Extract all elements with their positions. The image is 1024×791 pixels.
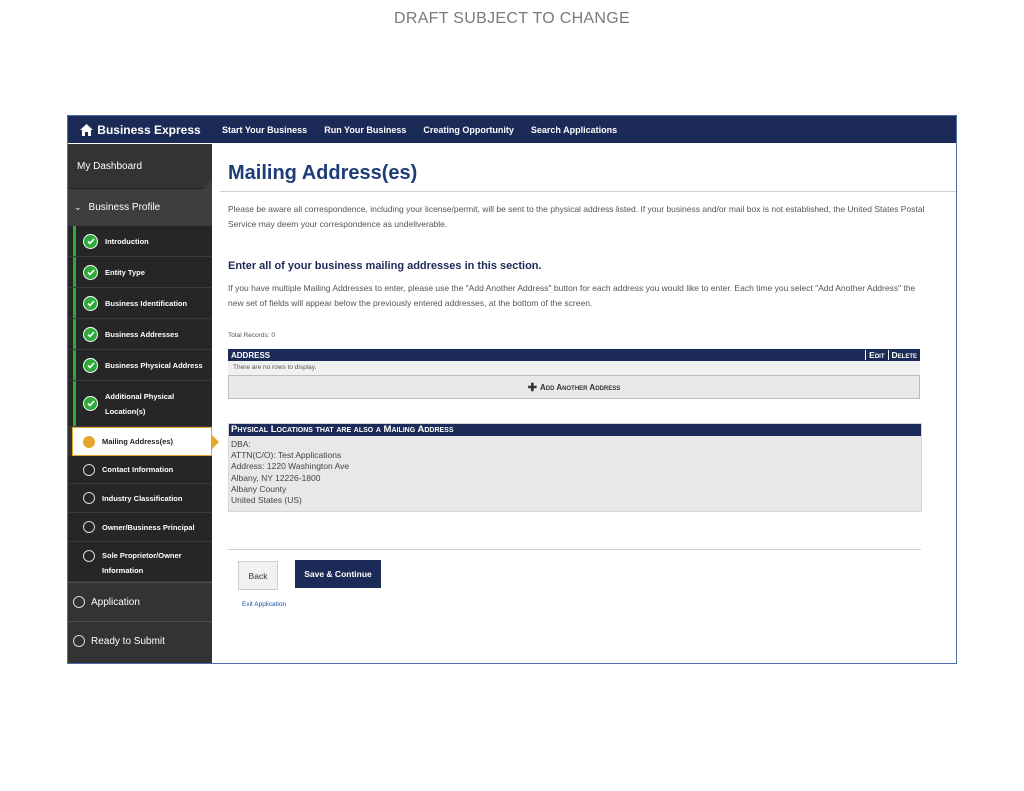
sidebar-item-label: Owner/Business Principal (102, 522, 195, 532)
nav-start-your-business[interactable]: Start Your Business (222, 125, 307, 135)
sidebar-item-entity-type[interactable]: Entity Type (68, 257, 212, 288)
sidebar-item-label: Ready to Submit (91, 635, 165, 647)
correspondence-notice: Please be aware all correspondence, incl… (228, 204, 925, 229)
address-line: Address: 1220 Washington Ave (231, 461, 350, 472)
empty-circle-icon (73, 635, 85, 647)
footer-divider (228, 549, 921, 550)
exit-application-link[interactable]: Exit Application (242, 601, 286, 608)
sidebar-item-label: Mailing Address(es) (102, 437, 173, 446)
add-button-label: Add Another Address (540, 382, 621, 392)
home-icon (80, 123, 94, 136)
check-circle-icon (83, 357, 98, 373)
sidebar-group-label: Business Profile (88, 202, 161, 213)
empty-circle-icon (83, 550, 95, 562)
physical-locations-panel: Physical Locations that are also a Maili… (228, 423, 922, 513)
check-circle-icon (83, 264, 98, 280)
save-continue-button[interactable]: Save & Continue (295, 560, 381, 588)
sidebar-item-my-dashboard[interactable]: My Dashboard (68, 144, 212, 189)
check-circle-icon (83, 326, 98, 342)
top-navigation: Business Express Start Your Business Run… (68, 116, 956, 143)
sidebar-item-label: Business Addresses (105, 329, 179, 339)
sidebar-item-industry-classification[interactable]: Industry Classification (68, 484, 212, 513)
check-circle-icon (83, 233, 98, 249)
sidebar-item-label: My Dashboard (77, 160, 143, 172)
sidebar-item-label: Entity Type (105, 267, 145, 277)
physical-locations-heading: Physical Locations that are also a Maili… (229, 424, 921, 436)
column-header-delete: Delete (887, 350, 920, 360)
sidebar-group-business-profile[interactable]: ⌄ Business Profile (68, 189, 212, 226)
total-records: Total Records: 0 (228, 332, 275, 339)
section-heading: Enter all of your business mailing addre… (228, 260, 542, 272)
instructions-text: If you have multiple Mailing Addresses t… (228, 283, 916, 308)
nav-search-applications[interactable]: Search Applications (531, 125, 617, 135)
mailing-address-grid: ADDRESS Edit Delete There are no rows to… (228, 349, 920, 399)
sidebar-item-business-addresses[interactable]: Business Addresses (68, 319, 212, 350)
sidebar-item-contact-information[interactable]: Contact Information (68, 456, 212, 484)
sidebar-item-application[interactable]: Application (68, 582, 212, 621)
sidebar-item-ready-to-submit[interactable]: Ready to Submit (68, 621, 212, 660)
title-divider (220, 191, 956, 192)
draft-banner: DRAFT SUBJECT TO CHANGE (394, 10, 630, 27)
empty-circle-icon (73, 596, 85, 608)
app-window: Business Express Start Your Business Run… (67, 115, 957, 664)
current-step-icon (83, 435, 95, 448)
sidebar-item-label: Introduction (105, 236, 149, 246)
address-line: United States (US) (231, 495, 302, 506)
sidebar-item-sole-proprietor[interactable]: Sole Proprietor/Owner Information (68, 542, 212, 582)
brand-link[interactable]: Business Express (68, 123, 213, 137)
sidebar-item-business-identification[interactable]: Business Identification (68, 288, 212, 319)
brand-label: Business Express (97, 122, 201, 137)
back-button[interactable]: Back (238, 561, 278, 590)
column-header-edit: Edit (865, 350, 887, 360)
physical-address-block: DBA: ATTN(C/O): Test Applications Addres… (229, 436, 921, 511)
sidebar-item-label: Industry Classification (102, 493, 183, 503)
page-title: Mailing Address(es) (228, 162, 418, 184)
sidebar-item-label: Contact Information (102, 465, 174, 474)
sidebar-item-label: Application (91, 596, 140, 608)
plus-icon: ✚ (527, 381, 538, 394)
sidebar-notch (203, 180, 212, 189)
address-line: DBA: (231, 439, 251, 449)
check-circle-icon (83, 396, 98, 411)
grid-header: ADDRESS Edit Delete (228, 349, 920, 361)
nav-run-your-business[interactable]: Run Your Business (324, 125, 406, 135)
sidebar-item-additional-physical-locations[interactable]: Additional Physical Location(s) (68, 381, 212, 427)
sidebar-item-label: Additional Physical Location(s) (105, 391, 175, 416)
sidebar-item-owner-business-principal[interactable]: Owner/Business Principal (68, 513, 212, 542)
address-line: Albany, NY 12226-1800 (231, 472, 321, 483)
main-content: Mailing Address(es) Please be aware all … (212, 144, 956, 663)
sidebar-item-label: Business Physical Address (105, 360, 203, 370)
sidebar: My Dashboard ⌄ Business Profile Introduc… (68, 144, 219, 663)
empty-circle-icon (83, 492, 95, 504)
empty-circle-icon (83, 463, 95, 476)
check-circle-icon (83, 295, 98, 311)
nav-creating-opportunity[interactable]: Creating Opportunity (423, 125, 514, 135)
sidebar-item-label: Sole Proprietor/Owner Information (102, 551, 182, 575)
chevron-down-icon: ⌄ (74, 202, 82, 212)
add-another-address-button[interactable]: ✚ Add Another Address (228, 375, 920, 399)
sidebar-item-introduction[interactable]: Introduction (68, 226, 212, 257)
sidebar-item-mailing-addresses[interactable]: Mailing Address(es) (72, 427, 219, 456)
address-line: Albany County (231, 483, 287, 494)
sidebar-item-label: Business Identification (105, 298, 188, 308)
sidebar-item-business-physical-address[interactable]: Business Physical Address (68, 350, 212, 381)
grid-empty-message: There are no rows to display. (228, 361, 920, 375)
address-line: ATTN(C/O): Test Applications (231, 450, 342, 461)
column-header-address: ADDRESS (231, 350, 271, 360)
empty-circle-icon (83, 521, 95, 533)
